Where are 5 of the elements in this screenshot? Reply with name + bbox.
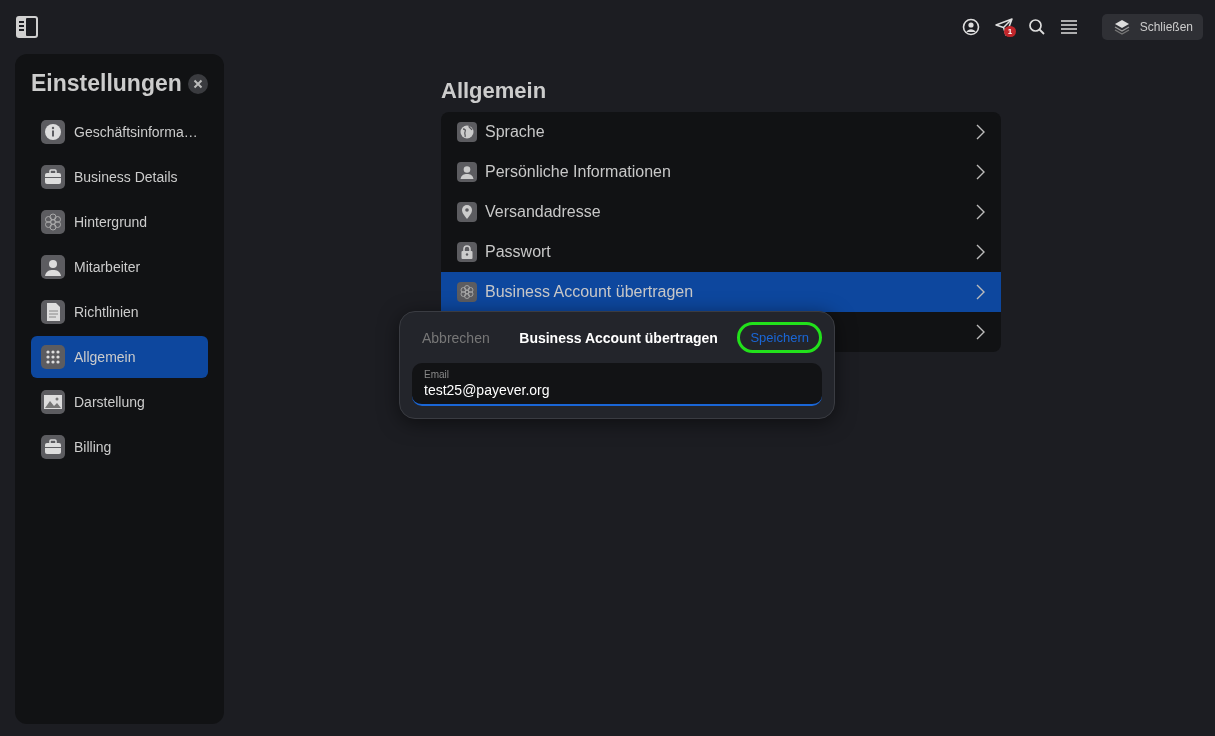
section-title: Allgemein [441,78,548,104]
sidebar-title: Einstellungen [31,70,182,97]
notification-count: 1 [1003,26,1017,37]
field-label: Email [424,369,450,380]
dialog-title: Business Account übertragen [519,329,718,346]
